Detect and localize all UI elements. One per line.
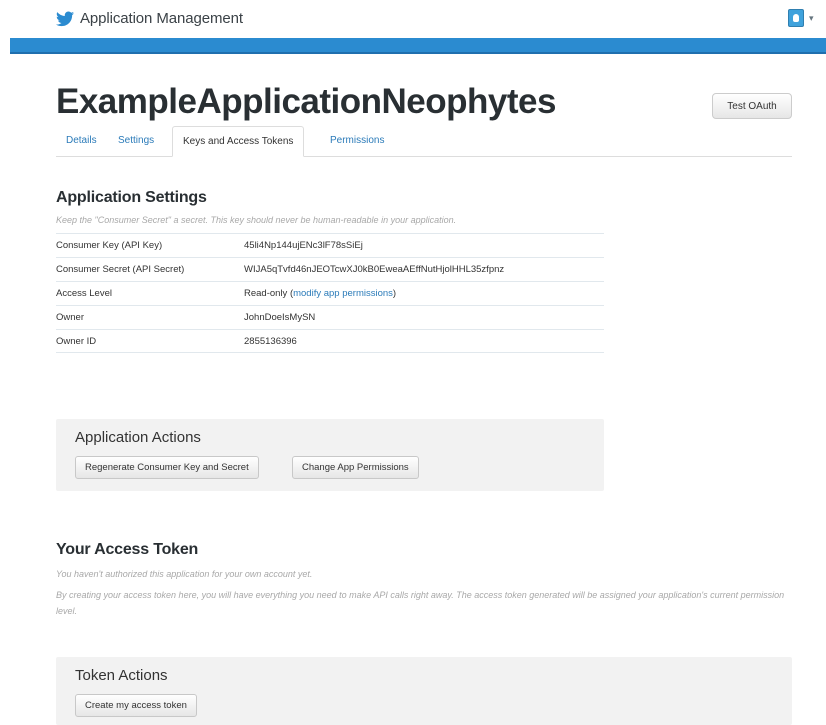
tab-details[interactable]: Details xyxy=(56,126,107,157)
token-actions-heading: Token Actions xyxy=(75,667,168,684)
access-level-prefix: Read-only ( xyxy=(244,288,294,299)
token-actions-panel: Token Actions Create my access token xyxy=(56,657,792,725)
consumer-secret-value: WIJA5qTvfd46nJEOTcwXJ0kB0EweaAEffNutHjol… xyxy=(244,264,505,275)
access-token-description: By creating your access token here, you … xyxy=(56,590,785,616)
access-level-label: Access Level xyxy=(56,288,112,299)
tab-permissions[interactable]: Permissions xyxy=(320,126,394,157)
application-actions-heading: Application Actions xyxy=(75,429,201,446)
app-management-title: Application Management xyxy=(80,10,243,27)
consumer-secret-note: Keep the "Consumer Secret" a secret. Thi… xyxy=(56,215,457,225)
header-blue-bar xyxy=(10,38,826,54)
consumer-secret-label: Consumer Secret (API Secret) xyxy=(56,264,185,275)
brand[interactable]: Application Management xyxy=(56,10,243,27)
table-row: Access Level Read-only (modify app permi… xyxy=(56,281,604,305)
consumer-key-label: Consumer Key (API Key) xyxy=(56,240,163,251)
create-access-token-button[interactable]: Create my access token xyxy=(75,694,197,717)
owner-value: JohnDoeIsMySN xyxy=(244,312,316,323)
change-app-permissions-button[interactable]: Change App Permissions xyxy=(292,456,419,479)
table-row: Consumer Key (API Key) 45li4Np144ujENc3l… xyxy=(56,233,604,257)
table-row: Consumer Secret (API Secret) WIJA5qTvfd4… xyxy=(56,257,604,281)
test-oauth-button[interactable]: Test OAuth xyxy=(712,93,792,119)
page-title: ExampleApplicationNeophytes xyxy=(56,82,556,121)
access-token-not-authorized-note: You haven't authorized this application … xyxy=(56,569,313,579)
owner-label: Owner xyxy=(56,312,84,323)
table-row: Owner JohnDoeIsMySN xyxy=(56,305,604,329)
chevron-down-icon[interactable]: ▾ xyxy=(809,13,814,24)
access-token-heading: Your Access Token xyxy=(56,541,199,558)
regenerate-consumer-key-button[interactable]: Regenerate Consumer Key and Secret xyxy=(75,456,259,479)
application-settings-table: Consumer Key (API Key) 45li4Np144ujENc3l… xyxy=(56,233,604,353)
tab-bar: Details Settings Keys and Access Tokens … xyxy=(56,126,792,157)
modify-app-permissions-link[interactable]: modify app permissions xyxy=(293,288,393,299)
application-actions-panel: Application Actions Regenerate Consumer … xyxy=(56,419,604,491)
tab-keys-and-access-tokens[interactable]: Keys and Access Tokens xyxy=(172,126,305,157)
avatar[interactable] xyxy=(788,9,804,27)
access-level-suffix: ) xyxy=(392,288,397,299)
access-level-value: Read-only (modify app permissions) xyxy=(244,288,604,299)
consumer-key-value: 45li4Np144ujENc3lF78sSiEj xyxy=(244,240,363,251)
user-menu[interactable]: ▾ xyxy=(788,9,814,27)
table-row: Owner ID 2855136396 xyxy=(56,329,604,353)
application-settings-heading: Application Settings xyxy=(56,189,207,206)
twitter-bird-icon xyxy=(56,11,74,26)
top-header: Application Management ▾ xyxy=(0,0,826,38)
tab-settings[interactable]: Settings xyxy=(108,126,164,157)
owner-id-label: Owner ID xyxy=(56,335,97,347)
owner-id-value: 2855136396 xyxy=(244,335,297,347)
